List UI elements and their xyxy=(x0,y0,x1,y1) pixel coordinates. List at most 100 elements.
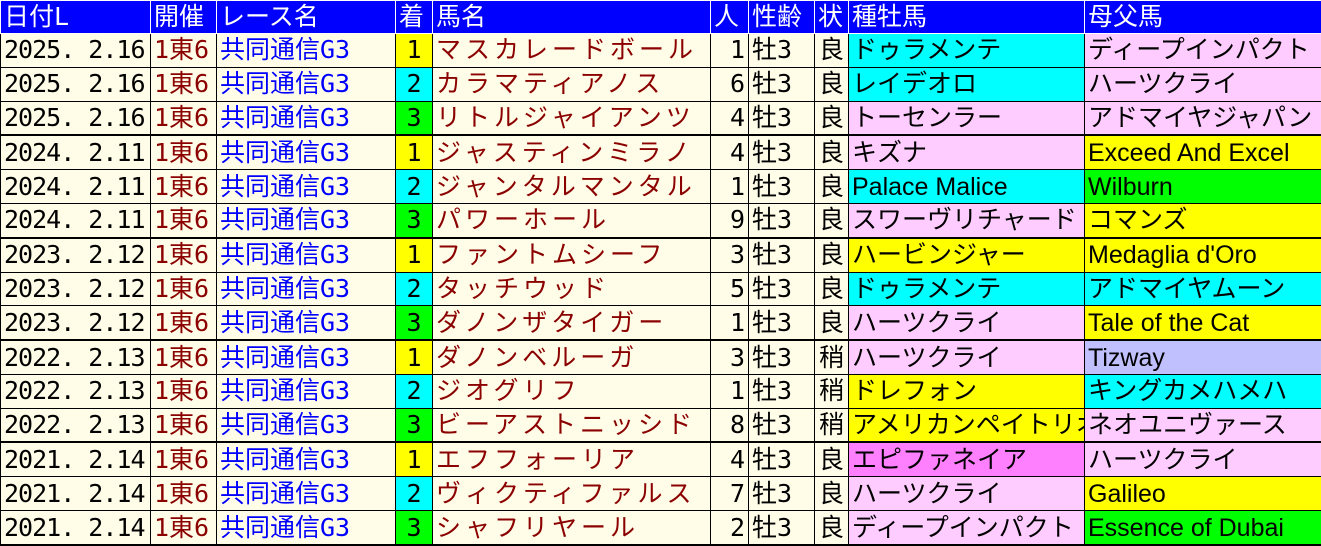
broodmare-sire-cell: キングカメハメハ xyxy=(1084,373,1321,409)
finish-position-cell: 1 xyxy=(395,339,433,375)
table-row[interactable]: 2021. 2.14 1東6 共同通信G3 2 ヴィクティファルス 7 牡3 良ハーツクライ G… xyxy=(0,476,1321,512)
track-condition-cell: 良 xyxy=(814,169,849,204)
date-cell: 2025. 2.16 xyxy=(0,66,151,102)
header-sire[interactable]: 種牡馬 xyxy=(848,0,1085,34)
horse-name-cell: ジャスティンミラノ xyxy=(432,134,711,171)
header-date[interactable]: 日付L xyxy=(0,0,151,34)
date-cell: 2021. 2.14 xyxy=(0,510,151,546)
popularity-cell: 6 xyxy=(710,66,749,102)
venue-cell: 1東6 xyxy=(150,169,217,204)
table-row[interactable]: 2021. 2.14 1東6 共同通信G3 3 シャフリヤール 2 牡3 良ディープインパクト… xyxy=(0,510,1321,546)
venue-cell: 1東6 xyxy=(150,373,217,409)
finish-position-cell: 2 xyxy=(395,169,433,204)
sire-cell: ドゥラメンテ xyxy=(848,271,1085,307)
race-name-cell: 共同通信G3 xyxy=(216,134,396,171)
table-row[interactable]: 2021. 2.14 1東6 共同通信G3 1 エフフォーリア 4 牡3 良エピファネイア ハー… xyxy=(0,441,1321,478)
table-row[interactable]: 2025. 2.16 1東6 共同通信G3 2 カラマティアノス 6 牡3 良レイデオロ ハーツ… xyxy=(0,66,1321,102)
horse-name-cell: ファントムシーフ xyxy=(432,237,711,273)
table-row[interactable]: 2023. 2.12 1東6 共同通信G3 1 ファントムシーフ 3 牡3 良ハービンジャー M… xyxy=(0,237,1321,273)
sex-age-cell: 牡3 xyxy=(748,169,815,204)
venue-cell: 1東6 xyxy=(150,100,217,137)
header-popularity[interactable]: 人 xyxy=(710,0,749,34)
horse-name-cell: パワーホール xyxy=(432,202,711,239)
venue-cell: 1東6 xyxy=(150,510,217,546)
venue-cell: 1東6 xyxy=(150,271,217,307)
table-row[interactable]: 2023. 2.12 1東6 共同通信G3 2 タッチウッド 5 牡3 良ドゥラメンテ アドマイ… xyxy=(0,271,1321,307)
venue-cell: 1東6 xyxy=(150,134,217,171)
header-track-condition[interactable]: 状 xyxy=(814,0,849,34)
track-condition-cell: 良 xyxy=(814,271,849,307)
sire-cell: ディープインパクト xyxy=(848,510,1085,546)
table-row[interactable]: 2024. 2.11 1東6 共同通信G3 3 パワーホール 9 牡3 良スワーヴリチャードコ… xyxy=(0,202,1321,239)
track-condition-cell: 良 xyxy=(814,510,849,546)
table-row[interactable]: 2022. 2.13 1東6 共同通信G3 3 ビーアストニッシド 8 牡3 稍アメリカンペイ… xyxy=(0,407,1321,444)
sire-cell: Palace Malice xyxy=(848,169,1085,204)
table-row[interactable]: 2024. 2.11 1東6 共同通信G3 2 ジャンタルマンタル 1 牡3 良 Palace … xyxy=(0,169,1321,204)
header-sex-age[interactable]: 性齢 xyxy=(748,0,815,34)
date-cell: 2022. 2.13 xyxy=(0,373,151,409)
popularity-cell: 9 xyxy=(710,202,749,239)
header-venue[interactable]: 開催 xyxy=(150,0,217,34)
date-cell: 2023. 2.12 xyxy=(0,237,151,273)
header-broodmare-sire[interactable]: 母父馬 xyxy=(1084,0,1321,34)
finish-position-cell: 2 xyxy=(395,66,433,102)
table-row[interactable]: 2024. 2.11 1東6 共同通信G3 1 ジャスティンミラノ 4 牡3 良キズナ Exce… xyxy=(0,134,1321,171)
horse-name-cell: リトルジャイアンツ xyxy=(432,100,711,137)
sex-age-cell: 牡3 xyxy=(748,510,815,546)
race-name-cell: 共同通信G3 xyxy=(216,373,396,409)
race-name-cell: 共同通信G3 xyxy=(216,66,396,102)
finish-position-cell: 1 xyxy=(395,237,433,273)
horse-name-cell: ヴィクティファルス xyxy=(432,476,711,512)
track-condition-cell: 良 xyxy=(814,202,849,239)
sire-cell: ハーツクライ xyxy=(848,476,1085,512)
popularity-cell: 1 xyxy=(710,305,749,342)
table-row[interactable]: 2023. 2.12 1東6 共同通信G3 3 ダノンザタイガー 1 牡3 良ハーツクライ Ta… xyxy=(0,305,1321,342)
finish-position-cell: 3 xyxy=(395,407,433,444)
track-condition-cell: 良 xyxy=(814,66,849,102)
race-name-cell: 共同通信G3 xyxy=(216,33,396,68)
sire-cell: ハーツクライ xyxy=(848,305,1085,342)
broodmare-sire-cell: ディープインパクト xyxy=(1084,33,1321,68)
horse-name-cell: ジャンタルマンタル xyxy=(432,169,711,204)
popularity-cell: 4 xyxy=(710,134,749,171)
track-condition-cell: 良 xyxy=(814,476,849,512)
table-row[interactable]: 2025. 2.16 1東6 共同通信G3 3 リトルジャイアンツ 4 牡3 良トーセンラーア… xyxy=(0,100,1321,137)
venue-cell: 1東6 xyxy=(150,441,217,478)
horse-name-cell: カラマティアノス xyxy=(432,66,711,102)
sex-age-cell: 牡3 xyxy=(748,373,815,409)
broodmare-sire-cell: Exceed And Excel xyxy=(1084,134,1321,171)
venue-cell: 1東6 xyxy=(150,202,217,239)
broodmare-sire-cell: Medaglia d'Oro xyxy=(1084,237,1321,273)
sire-cell: ハーツクライ xyxy=(848,339,1085,375)
sire-cell: レイデオロ xyxy=(848,66,1085,102)
popularity-cell: 3 xyxy=(710,237,749,273)
date-cell: 2022. 2.13 xyxy=(0,407,151,444)
date-cell: 2023. 2.12 xyxy=(0,271,151,307)
horse-name-cell: エフフォーリア xyxy=(432,441,711,478)
track-condition-cell: 良 xyxy=(814,100,849,137)
horse-name-cell: シャフリヤール xyxy=(432,510,711,546)
table-row[interactable]: 2025. 2.16 1東6 共同通信G3 1 マスカレードボール 1 牡3 良ドゥラメンテデ… xyxy=(0,33,1321,68)
broodmare-sire-cell: ネオユニヴァース xyxy=(1084,407,1321,444)
broodmare-sire-cell: Tizway xyxy=(1084,339,1321,375)
sex-age-cell: 牡3 xyxy=(748,100,815,137)
header-horse[interactable]: 馬名 xyxy=(432,0,711,34)
date-cell: 2021. 2.14 xyxy=(0,441,151,478)
popularity-cell: 1 xyxy=(710,169,749,204)
date-cell: 2024. 2.11 xyxy=(0,134,151,171)
race-name-cell: 共同通信G3 xyxy=(216,202,396,239)
table-row[interactable]: 2022. 2.13 1東6 共同通信G3 2 ジオグリフ 1 牡3 稍ドレフォン キングカメハ… xyxy=(0,373,1321,409)
broodmare-sire-cell: アドマイヤムーン xyxy=(1084,271,1321,307)
race-name-cell: 共同通信G3 xyxy=(216,100,396,137)
sex-age-cell: 牡3 xyxy=(748,134,815,171)
venue-cell: 1東6 xyxy=(150,66,217,102)
header-rank[interactable]: 着 xyxy=(395,0,433,34)
finish-position-cell: 3 xyxy=(395,202,433,239)
sire-cell: ドレフォン xyxy=(848,373,1085,409)
broodmare-sire-cell: Essence of Dubai xyxy=(1084,510,1321,546)
track-condition-cell: 稍 xyxy=(814,339,849,375)
broodmare-sire-cell: コマンズ xyxy=(1084,202,1321,239)
date-cell: 2025. 2.16 xyxy=(0,33,151,68)
header-race[interactable]: レース名 xyxy=(216,0,396,34)
table-row[interactable]: 2022. 2.13 1東6 共同通信G3 1 ダノンベルーガ 3 牡3 稍ハーツクライ Tiz… xyxy=(0,339,1321,375)
